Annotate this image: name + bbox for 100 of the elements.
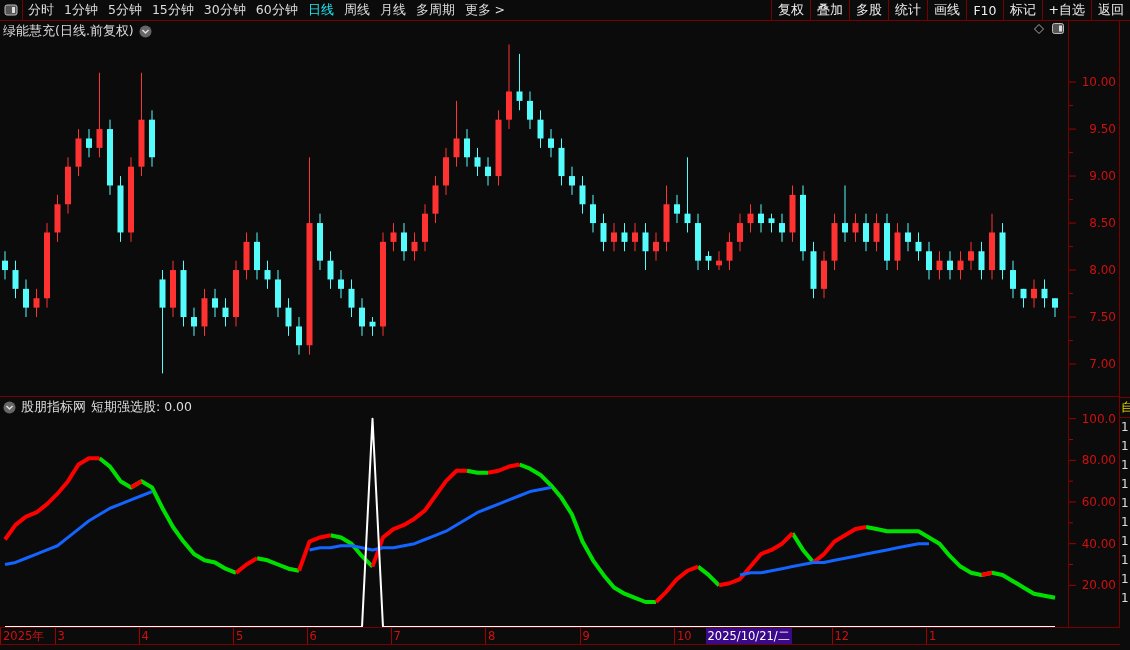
period-tab[interactable]: 15分钟 <box>146 0 199 20</box>
date-label: 5 <box>233 628 244 644</box>
indicator-reading: 短期强选股: 0.00 <box>91 399 193 416</box>
candlestick <box>222 297 229 327</box>
candlestick <box>1041 278 1048 309</box>
candlestick <box>212 288 218 318</box>
candlestick <box>915 231 922 262</box>
candlestick <box>579 175 586 215</box>
candlestick <box>821 250 827 299</box>
candlestick <box>936 250 943 280</box>
date-label: 4 <box>138 628 149 644</box>
period-tab[interactable]: 60分钟 <box>250 0 303 20</box>
axis-label: 7.00 <box>1089 357 1116 372</box>
diamond-icon[interactable] <box>1034 23 1044 34</box>
candlestick <box>789 184 796 243</box>
candlestick <box>201 288 208 337</box>
candlestick <box>842 184 848 243</box>
panel-toggle-icon[interactable] <box>1052 23 1064 34</box>
candlestick <box>884 213 890 271</box>
candlestick <box>779 213 785 243</box>
period-tab[interactable]: 30分钟 <box>198 0 251 20</box>
candlestick <box>548 128 554 158</box>
candlestick <box>1052 297 1058 318</box>
candlestick <box>390 222 397 252</box>
candlestick <box>432 175 439 224</box>
list-value: 1 <box>1120 438 1130 455</box>
candlestick <box>558 138 565 186</box>
candlestick <box>705 250 712 271</box>
candlestick <box>348 278 355 318</box>
candlestick <box>54 194 61 243</box>
axis-label: 9.00 <box>1089 169 1116 184</box>
candlestick <box>947 250 953 280</box>
candlestick <box>768 213 775 233</box>
candlestick <box>663 184 670 252</box>
candlestick <box>65 156 71 215</box>
period-tab[interactable]: 更多 > <box>459 0 511 20</box>
candlestick <box>1020 288 1027 309</box>
period-tab[interactable]: 周线 <box>338 0 375 20</box>
candlestick <box>516 53 523 111</box>
axis-label: 7.50 <box>1089 310 1116 325</box>
date-label: 2025年 <box>0 628 45 644</box>
date-label: 3 <box>54 628 65 644</box>
candlestick <box>569 166 575 196</box>
axis-label: 80.00 <box>1081 453 1116 468</box>
candlestick <box>852 213 859 243</box>
period-tab[interactable]: 多周期 <box>410 0 460 20</box>
list-value: 1 <box>1120 590 1130 607</box>
candlestick <box>989 213 995 280</box>
candlestick <box>674 194 680 224</box>
candlestick <box>653 231 659 262</box>
candlestick <box>264 260 271 290</box>
candlestick <box>527 91 533 130</box>
list-value: 1 <box>1120 457 1130 474</box>
candlestick <box>338 269 344 299</box>
date-label: 7 <box>390 628 401 644</box>
chevron-down-icon[interactable] <box>138 25 152 38</box>
candlestick <box>180 260 187 327</box>
candlestick <box>537 109 544 149</box>
candlestick <box>590 194 596 233</box>
axis-label: 9.50 <box>1089 122 1116 137</box>
candlestick <box>999 222 1006 280</box>
candlestick <box>716 250 722 271</box>
candlestick <box>453 100 460 168</box>
candlestick <box>170 260 176 318</box>
date-label: 9 <box>579 628 590 644</box>
indicator-source: 股朋指标网 <box>21 399 86 416</box>
period-tab[interactable]: 日线 <box>302 0 339 20</box>
list-value: 1 <box>1120 419 1130 436</box>
period-tab[interactable]: 5分钟 <box>102 0 147 20</box>
candlestick <box>485 156 491 186</box>
date-cursor-label: 2025/10/21/二 <box>705 628 792 644</box>
axis-label: 8.00 <box>1089 263 1116 278</box>
candlestick <box>632 222 638 252</box>
candlestick <box>1010 260 1016 299</box>
axis-label: 10.00 <box>1081 75 1116 90</box>
candlestick <box>401 222 407 262</box>
candlestick <box>863 213 869 252</box>
candlestick <box>1031 278 1037 309</box>
chevron-down-icon[interactable] <box>3 401 16 414</box>
candlestick <box>737 213 743 252</box>
candlestick <box>12 260 19 299</box>
period-tab[interactable]: 1分钟 <box>59 0 103 20</box>
candlestick <box>474 147 481 177</box>
candlestick <box>285 297 292 337</box>
candlestick <box>957 250 964 280</box>
candlestick <box>33 288 40 318</box>
axis-label: 60.00 <box>1081 495 1116 509</box>
candlestick <box>233 260 239 327</box>
date-label: 6 <box>306 628 317 644</box>
period-tab[interactable]: 月线 <box>374 0 411 20</box>
candlestick <box>443 147 449 196</box>
candlestick <box>275 269 281 318</box>
candlestick <box>810 241 817 299</box>
candlestick <box>75 128 82 177</box>
candlestick <box>86 128 92 158</box>
period-tab[interactable]: 分时 <box>23 0 59 20</box>
list-value: 1 <box>1120 552 1130 569</box>
axis-label: 100.0 <box>1081 411 1116 426</box>
list-value: 1 <box>1120 571 1130 588</box>
candlestick <box>243 231 250 280</box>
